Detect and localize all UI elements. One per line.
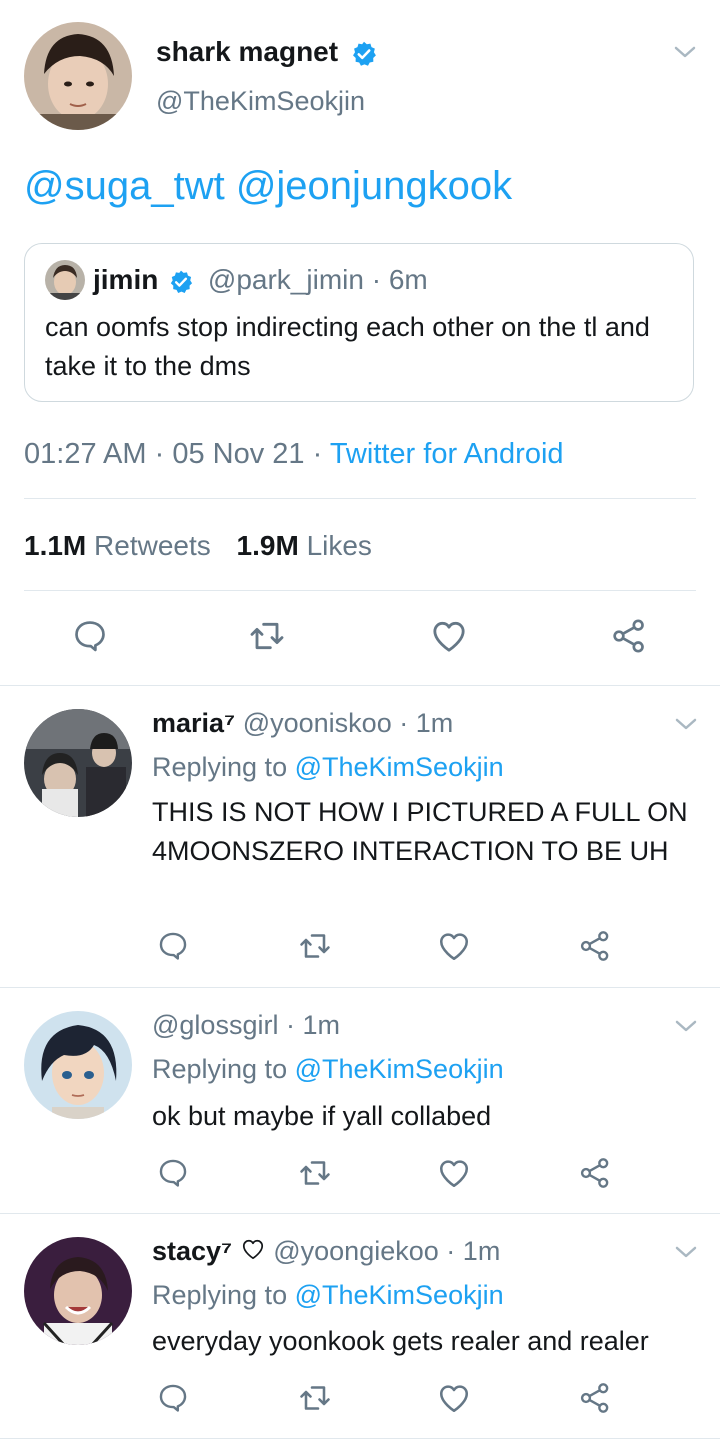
- reply-button[interactable]: [153, 1378, 193, 1418]
- reply-handle[interactable]: @yoongiekoo: [273, 1236, 439, 1266]
- timestamp-separator: ·: [154, 438, 165, 470]
- retweet-icon: [300, 934, 330, 958]
- like-button[interactable]: [429, 616, 469, 656]
- share-button[interactable]: [575, 1153, 615, 1193]
- heart-icon: [439, 1385, 469, 1413]
- like-button[interactable]: [434, 1378, 474, 1418]
- chevron-down-icon[interactable]: [674, 1244, 698, 1260]
- likes-count: 1.9M: [236, 530, 299, 561]
- tweet-date: 05 Nov 21: [172, 438, 305, 470]
- reply-button[interactable]: [70, 616, 110, 656]
- retweet-button[interactable]: [295, 1378, 335, 1418]
- reply-time: 1m: [462, 1236, 501, 1266]
- reply-handle[interactable]: @glossgirl: [152, 1010, 278, 1040]
- retweet-icon: [300, 1386, 330, 1410]
- quoted-tweet-card[interactable]: jimin @park_jimin · 6m can oomfs stop in…: [24, 243, 694, 402]
- reply-text: ok but maybe if yall collabed: [152, 1101, 492, 1131]
- heart-icon: [439, 1160, 469, 1188]
- retweets-label: Retweets: [94, 530, 211, 561]
- reply-separator: ·: [446, 1236, 456, 1266]
- retweets-count: 1.1M: [24, 530, 87, 561]
- heart-outline-icon: [242, 1239, 263, 1260]
- chevron-down-icon[interactable]: [674, 1018, 698, 1034]
- speech-bubble-icon: [159, 1384, 187, 1412]
- quoted-author-avatar: [45, 260, 85, 300]
- reply-text: everyday yoonkook gets realer and realer: [152, 1326, 649, 1356]
- share-icon: [613, 619, 644, 653]
- retweet-button[interactable]: [295, 926, 335, 966]
- retweet-button[interactable]: [295, 1153, 335, 1193]
- tweet-mentions[interactable]: @suga_twt @jeonjungkook: [24, 164, 512, 209]
- speech-bubble-icon: [159, 932, 187, 960]
- speech-bubble-icon: [159, 1159, 187, 1187]
- likes-label: Likes: [306, 530, 372, 561]
- verified-badge-icon: [170, 270, 193, 293]
- reply-handle[interactable]: @yooniskoo: [243, 708, 392, 738]
- share-button[interactable]: [575, 926, 615, 966]
- reply-time: 1m: [415, 708, 454, 738]
- share-icon: [580, 931, 609, 961]
- reply-separator: ·: [285, 1010, 295, 1040]
- reply-text: THIS IS NOT HOW I PICTURED A FULL ON 4MO…: [152, 797, 688, 866]
- reply-avatar[interactable]: [24, 1011, 132, 1119]
- reply-button[interactable]: [153, 926, 193, 966]
- heart-icon: [433, 621, 465, 652]
- author-avatar[interactable]: [24, 22, 132, 130]
- chevron-down-icon[interactable]: [674, 716, 698, 732]
- timestamp-separator: ·: [312, 438, 323, 470]
- share-icon: [580, 1383, 609, 1413]
- quoted-display-name: jimin: [93, 264, 159, 295]
- reply-button[interactable]: [153, 1153, 193, 1193]
- retweet-button[interactable]: [247, 616, 287, 656]
- tweet-client-link[interactable]: Twitter for Android: [330, 438, 564, 470]
- share-button[interactable]: [575, 1378, 615, 1418]
- author-handle[interactable]: @TheKimSeokjin: [156, 86, 365, 117]
- like-button[interactable]: [434, 926, 474, 966]
- reply-avatar[interactable]: [24, 1237, 132, 1345]
- replying-to-label: Replying to: [152, 1280, 288, 1310]
- quoted-time: 6m: [388, 264, 428, 295]
- speech-bubble-icon: [75, 621, 105, 652]
- divider: [0, 987, 720, 988]
- replying-to-label: Replying to: [152, 752, 288, 782]
- divider: [0, 1213, 720, 1214]
- reply-display-name[interactable]: maria⁷: [152, 708, 235, 738]
- likes-stat[interactable]: 1.9M Likes: [237, 530, 372, 561]
- verified-badge-icon: [352, 41, 376, 66]
- reply-time: 1m: [302, 1010, 340, 1040]
- retweet-icon: [300, 1161, 330, 1185]
- replying-to-handle[interactable]: @TheKimSeokjin: [295, 752, 504, 782]
- quoted-separator: ·: [371, 264, 382, 295]
- replying-to-handle[interactable]: @TheKimSeokjin: [295, 1054, 504, 1084]
- reply-display-name[interactable]: stacy⁷: [152, 1236, 232, 1266]
- divider: [24, 590, 696, 591]
- divider: [24, 498, 696, 499]
- quoted-text: can oomfs stop indirecting each other on…: [45, 312, 650, 381]
- replying-to-handle[interactable]: @TheKimSeokjin: [295, 1280, 504, 1310]
- heart-icon: [439, 933, 469, 961]
- author-display-name[interactable]: shark magnet: [156, 36, 338, 67]
- share-icon: [580, 1158, 609, 1188]
- tweet-time: 01:27 AM: [24, 438, 147, 470]
- reply-avatar[interactable]: [24, 709, 132, 817]
- share-button[interactable]: [609, 616, 649, 656]
- replying-to-label: Replying to: [152, 1054, 288, 1084]
- reply-separator: ·: [399, 708, 409, 738]
- divider: [0, 1438, 720, 1439]
- like-button[interactable]: [434, 1153, 474, 1193]
- tweet-stats: 1.1M Retweets 1.9M Likes: [24, 530, 372, 562]
- divider: [0, 685, 720, 686]
- chevron-down-icon[interactable]: [673, 44, 697, 60]
- retweet-icon: [250, 622, 284, 650]
- quoted-handle: @park_jimin: [207, 264, 364, 295]
- retweets-stat[interactable]: 1.1M Retweets: [24, 530, 219, 561]
